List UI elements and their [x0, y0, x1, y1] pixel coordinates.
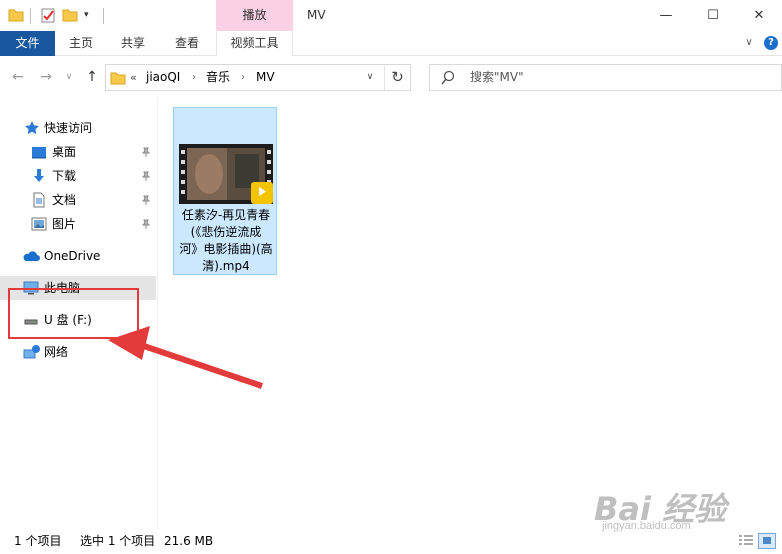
navigation-bar: ← → ∨ ↑ « jiaoQI › 音乐 › MV ∨ ↻ 搜索"MV"	[0, 56, 782, 98]
folder-icon	[110, 70, 126, 89]
video-thumbnail	[179, 144, 273, 204]
sidebar-item-label: U 盘 (F:)	[44, 313, 92, 327]
new-folder-icon[interactable]	[62, 6, 78, 24]
address-overflow-button[interactable]: «	[130, 65, 137, 90]
refresh-button[interactable]: ↻	[384, 65, 410, 90]
sidebar-item-label: 桌面	[52, 145, 77, 159]
search-icon	[440, 70, 456, 89]
document-icon	[31, 192, 47, 208]
back-button[interactable]: ←	[8, 68, 28, 86]
sidebar-item-quick-access[interactable]: 快速访问	[0, 116, 156, 140]
help-icon[interactable]: ?	[764, 36, 778, 50]
sidebar-item-label: 网络	[44, 345, 69, 359]
breadcrumb-jiaoqi[interactable]: jiaoQI	[146, 65, 180, 90]
sidebar-item-label: 图片	[52, 217, 77, 231]
details-view-icon[interactable]	[738, 534, 754, 548]
up-button[interactable]: ↑	[82, 68, 102, 86]
minimize-button[interactable]: —	[643, 0, 689, 31]
breadcrumb-separator[interactable]: ›	[241, 65, 245, 90]
computer-icon	[23, 280, 39, 296]
search-placeholder: 搜索"MV"	[470, 70, 524, 84]
sidebar-item-pictures[interactable]: 图片	[0, 212, 156, 236]
search-input[interactable]: 搜索"MV"	[429, 64, 782, 91]
status-bar: 1 个项目 选中 1 个项目 21.6 MB	[0, 529, 782, 554]
file-list[interactable]: 任素汐-再见青春 (《悲伤逆流成 河》电影插曲)(高 清).mp4	[158, 98, 782, 529]
address-bar[interactable]: « jiaoQI › 音乐 › MV ∨ ↻	[105, 64, 411, 91]
sidebar-item-label: 此电脑	[44, 281, 81, 295]
pin-icon	[141, 164, 151, 190]
window-title: MV	[307, 8, 326, 22]
breadcrumb-music[interactable]: 音乐	[206, 65, 230, 90]
desktop-icon	[31, 144, 47, 160]
close-button[interactable]: ✕	[736, 0, 782, 31]
breadcrumb-mv[interactable]: MV	[256, 65, 275, 90]
tab-file[interactable]: 文件	[0, 31, 55, 56]
toolbar-divider	[30, 8, 31, 24]
maximize-button[interactable]: ☐	[690, 0, 736, 31]
expand-ribbon-icon[interactable]: ∨	[742, 36, 756, 50]
breadcrumb-separator[interactable]: ›	[192, 65, 196, 90]
file-item[interactable]: 任素汐-再见青春 (《悲伤逆流成 河》电影插曲)(高 清).mp4	[173, 107, 277, 275]
item-count: 1 个项目	[14, 534, 62, 548]
sidebar-item-usb-drive[interactable]: U 盘 (F:)	[0, 308, 156, 332]
sidebar-item-network[interactable]: 网络	[0, 340, 156, 364]
sidebar-item-documents[interactable]: 文档	[0, 188, 156, 212]
toolbar-divider	[103, 8, 104, 24]
star-icon	[24, 120, 40, 136]
folder-icon[interactable]	[8, 6, 24, 24]
large-icons-view-icon[interactable]	[758, 533, 776, 549]
sidebar-item-label: OneDrive	[44, 249, 101, 263]
pin-icon	[141, 140, 151, 166]
tab-video-tools[interactable]: 视频工具	[216, 31, 293, 56]
sidebar-item-label: 文档	[52, 193, 77, 207]
usb-drive-icon	[23, 312, 39, 328]
file-name: 任素汐-再见青春 (《悲伤逆流成 河》电影插曲)(高 清).mp4	[179, 208, 273, 273]
context-tab-play: 播放	[216, 0, 293, 31]
network-icon	[23, 344, 40, 360]
sidebar-item-downloads[interactable]: 下载	[0, 164, 156, 188]
tab-home[interactable]: 主页	[55, 31, 107, 56]
tab-view[interactable]: 查看	[159, 31, 215, 56]
recent-locations-button[interactable]: ∨	[62, 68, 76, 86]
sidebar-item-this-pc[interactable]: 此电脑	[0, 276, 156, 300]
pictures-icon	[31, 216, 47, 232]
address-history-dropdown[interactable]: ∨	[360, 65, 380, 90]
pin-icon	[141, 188, 151, 214]
selected-count: 选中 1 个项目	[80, 534, 156, 548]
selected-size: 21.6 MB	[164, 534, 214, 548]
customize-toolbar-button[interactable]: ▾	[84, 6, 89, 24]
download-icon	[31, 168, 47, 184]
navigation-pane: 快速访问 桌面 下载 文档 图片 OneDrive 此电脑 U 盘 (F:) 网…	[0, 98, 158, 529]
cloud-icon	[22, 248, 40, 264]
sidebar-item-onedrive[interactable]: OneDrive	[0, 244, 156, 268]
pin-icon	[141, 212, 151, 238]
forward-button[interactable]: →	[36, 68, 56, 86]
title-bar: ▾ 播放 MV — ☐ ✕	[0, 0, 782, 31]
properties-icon[interactable]	[40, 6, 56, 24]
sidebar-item-desktop[interactable]: 桌面	[0, 140, 156, 164]
sidebar-item-label: 快速访问	[44, 121, 93, 135]
tab-share[interactable]: 共享	[107, 31, 159, 56]
ribbon-tabs: 文件 主页 共享 查看 视频工具 ∨ ?	[0, 31, 782, 56]
sidebar-item-label: 下载	[52, 169, 77, 183]
